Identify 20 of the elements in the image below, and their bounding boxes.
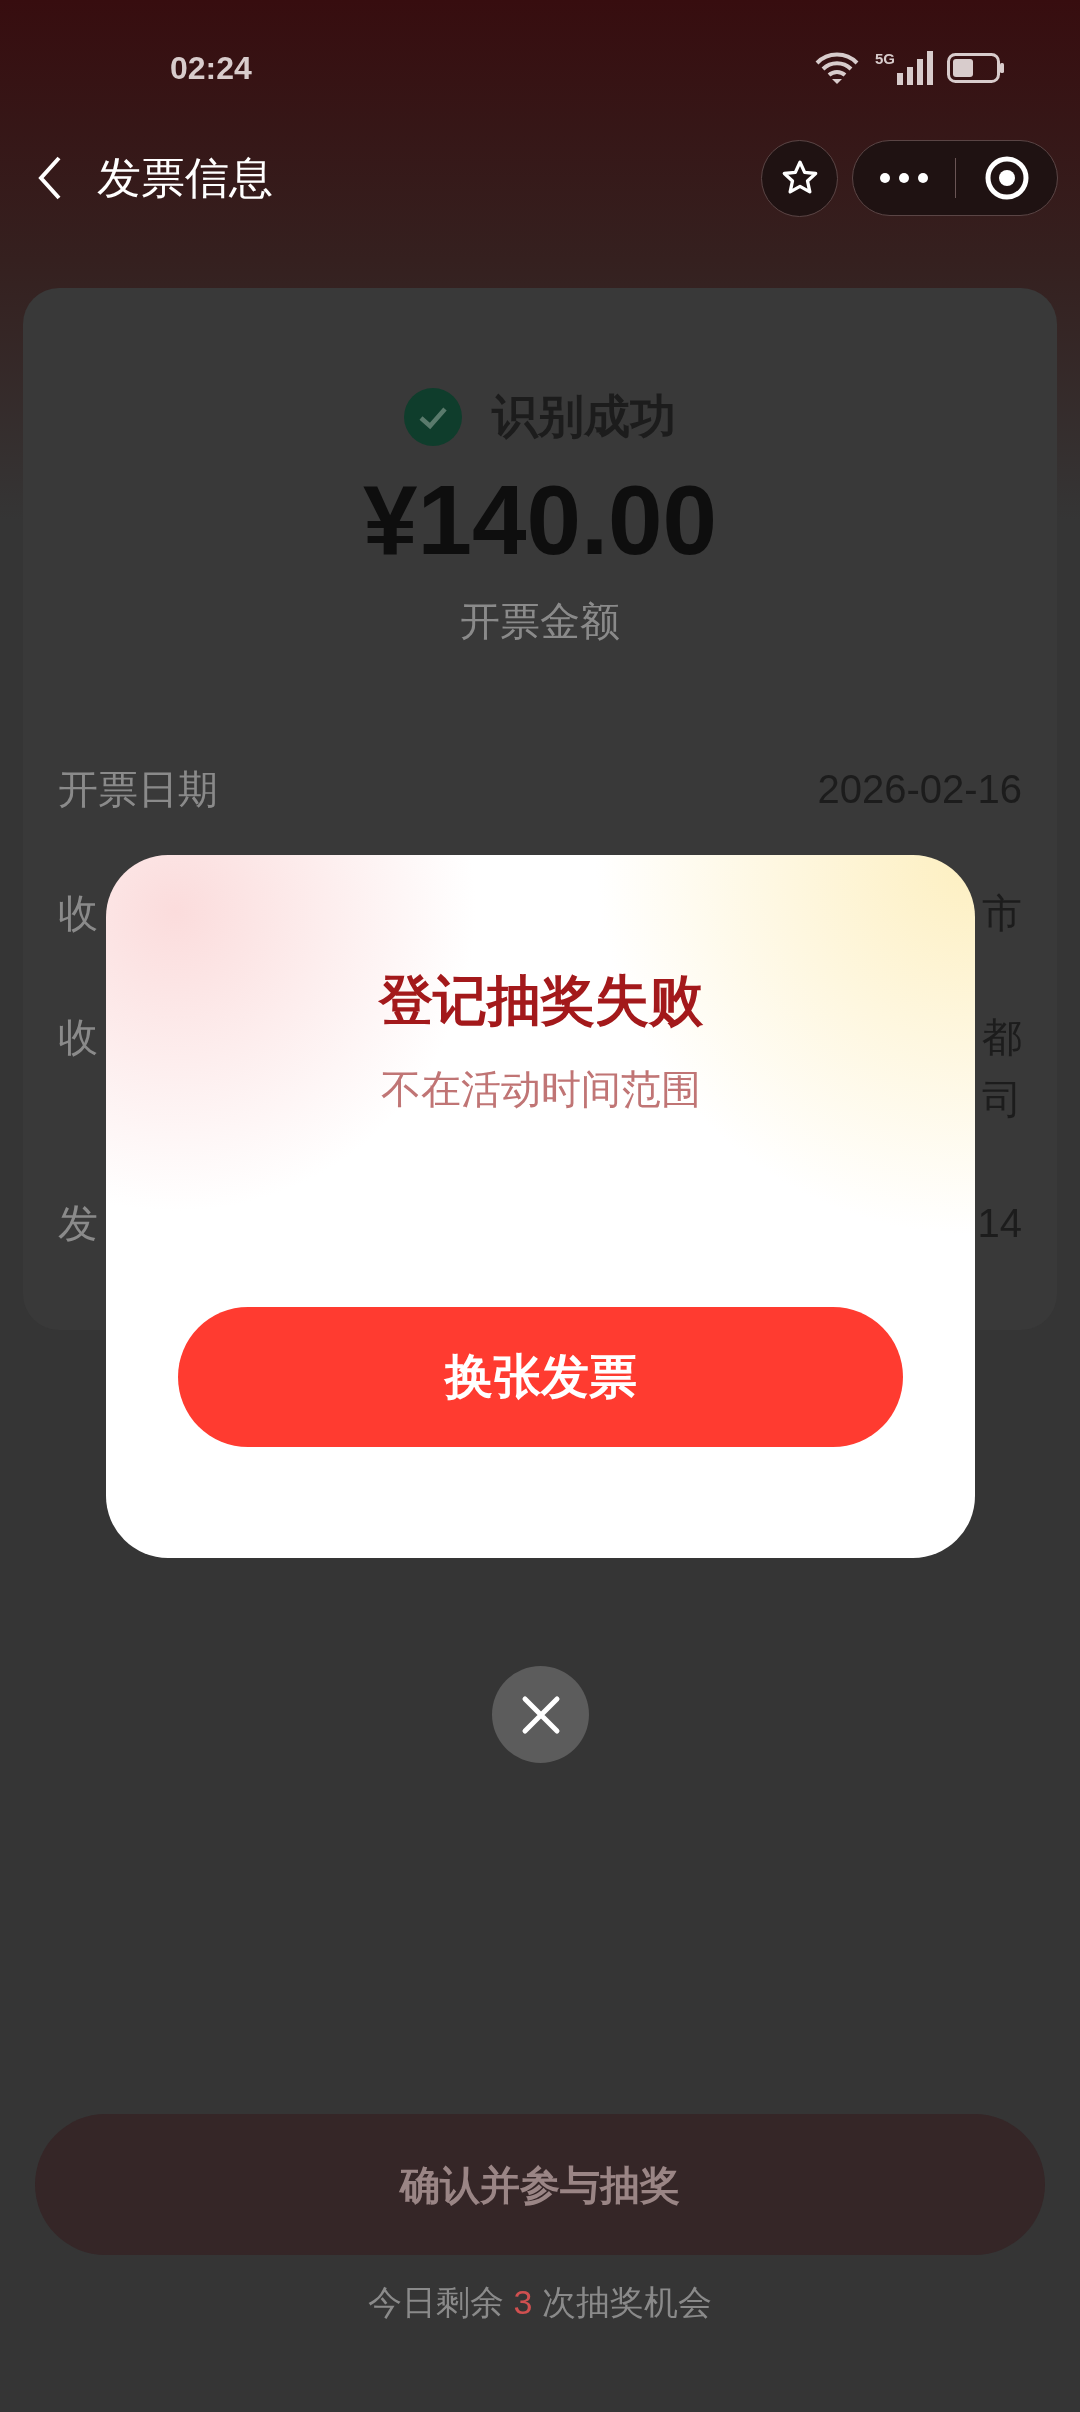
- wifi-icon: [813, 51, 861, 85]
- dialog-message: 不在活动时间范围: [380, 1066, 701, 1113]
- status-time: 02:24: [170, 49, 252, 88]
- confirm-lottery-button[interactable]: 确认并参与抽奖: [35, 2114, 1045, 2255]
- close-icon: [520, 1694, 561, 1735]
- remaining-chances-text: 今日剩余 3 次抽奖机会: [367, 2282, 713, 2323]
- field-label: 发: [58, 1200, 98, 1247]
- battery-icon: [947, 53, 1005, 83]
- target-icon: [983, 155, 1030, 201]
- signal-icon: [897, 51, 933, 85]
- amount-label: 开票金额: [460, 598, 620, 645]
- network-label: 5G: [875, 51, 895, 66]
- field-label: 开票日期: [58, 766, 218, 813]
- dialog-title: 登记抽奖失败: [378, 969, 703, 1032]
- field-label: 收: [58, 890, 98, 937]
- page-title: 发票信息: [97, 152, 273, 204]
- more-icon: [879, 172, 929, 184]
- field-label: 收: [58, 1014, 98, 1061]
- success-check-icon: [404, 387, 462, 446]
- change-invoice-button[interactable]: 换张发票: [178, 1307, 903, 1447]
